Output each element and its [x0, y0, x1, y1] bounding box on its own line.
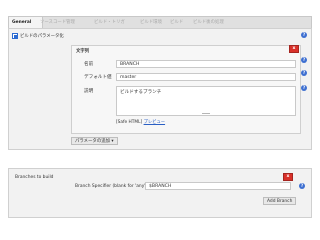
branch-specifier-help-icon[interactable]: ?: [299, 183, 305, 189]
parameter-type-title: 文字列: [76, 49, 90, 54]
branch-specifier-label: Branch Specifier (blank for 'any'): [75, 184, 148, 189]
default-value-input[interactable]: master: [116, 73, 296, 81]
description-textarea[interactable]: ビルドするブランチ: [116, 86, 296, 116]
default-value-help-icon[interactable]: ?: [301, 70, 307, 76]
parameterized-label: ビルドのパラメータ化: [20, 34, 64, 39]
branch-specifier-input[interactable]: $BRANCH: [145, 182, 291, 190]
description-help-icon[interactable]: ?: [301, 85, 307, 91]
chevron-down-icon: ▾: [111, 139, 114, 144]
preview-link[interactable]: プレビュー: [144, 120, 165, 125]
delete-branch-button[interactable]: x: [283, 173, 293, 181]
parameterized-help-icon[interactable]: ?: [301, 32, 307, 38]
name-help-icon[interactable]: ?: [301, 57, 307, 63]
branches-to-build-label: Branches to build: [15, 175, 54, 180]
name-input[interactable]: BRANCH: [116, 60, 296, 68]
add-parameter-label: パラメータの追加: [75, 139, 110, 144]
parameterized-checkbox[interactable]: [12, 33, 18, 39]
description-label: 説明: [84, 89, 94, 94]
safe-html-text: [Safe HTML]: [116, 120, 143, 125]
name-label: 名前: [84, 62, 94, 67]
branches-section: Branches to build x Branch Specifier (bl…: [8, 168, 312, 218]
string-parameter-box: 文字列 x 名前 BRANCH デフォルト値 master 説明 ビルドするブラ…: [71, 45, 301, 134]
general-section: ビルドのパラメータ化 ? 文字列 x 名前 BRANCH デフォルト値 mast…: [8, 28, 312, 150]
textarea-resize-handle[interactable]: [202, 113, 210, 114]
add-parameter-button[interactable]: パラメータの追加 ▾: [71, 137, 118, 145]
default-value-label: デフォルト値: [84, 75, 112, 80]
description-text: ビルドするブランチ: [120, 90, 162, 95]
description-footer: [Safe HTML] プレビュー: [116, 119, 165, 125]
delete-parameter-button[interactable]: x: [289, 45, 299, 53]
add-branch-button[interactable]: Add Branch: [263, 197, 297, 205]
